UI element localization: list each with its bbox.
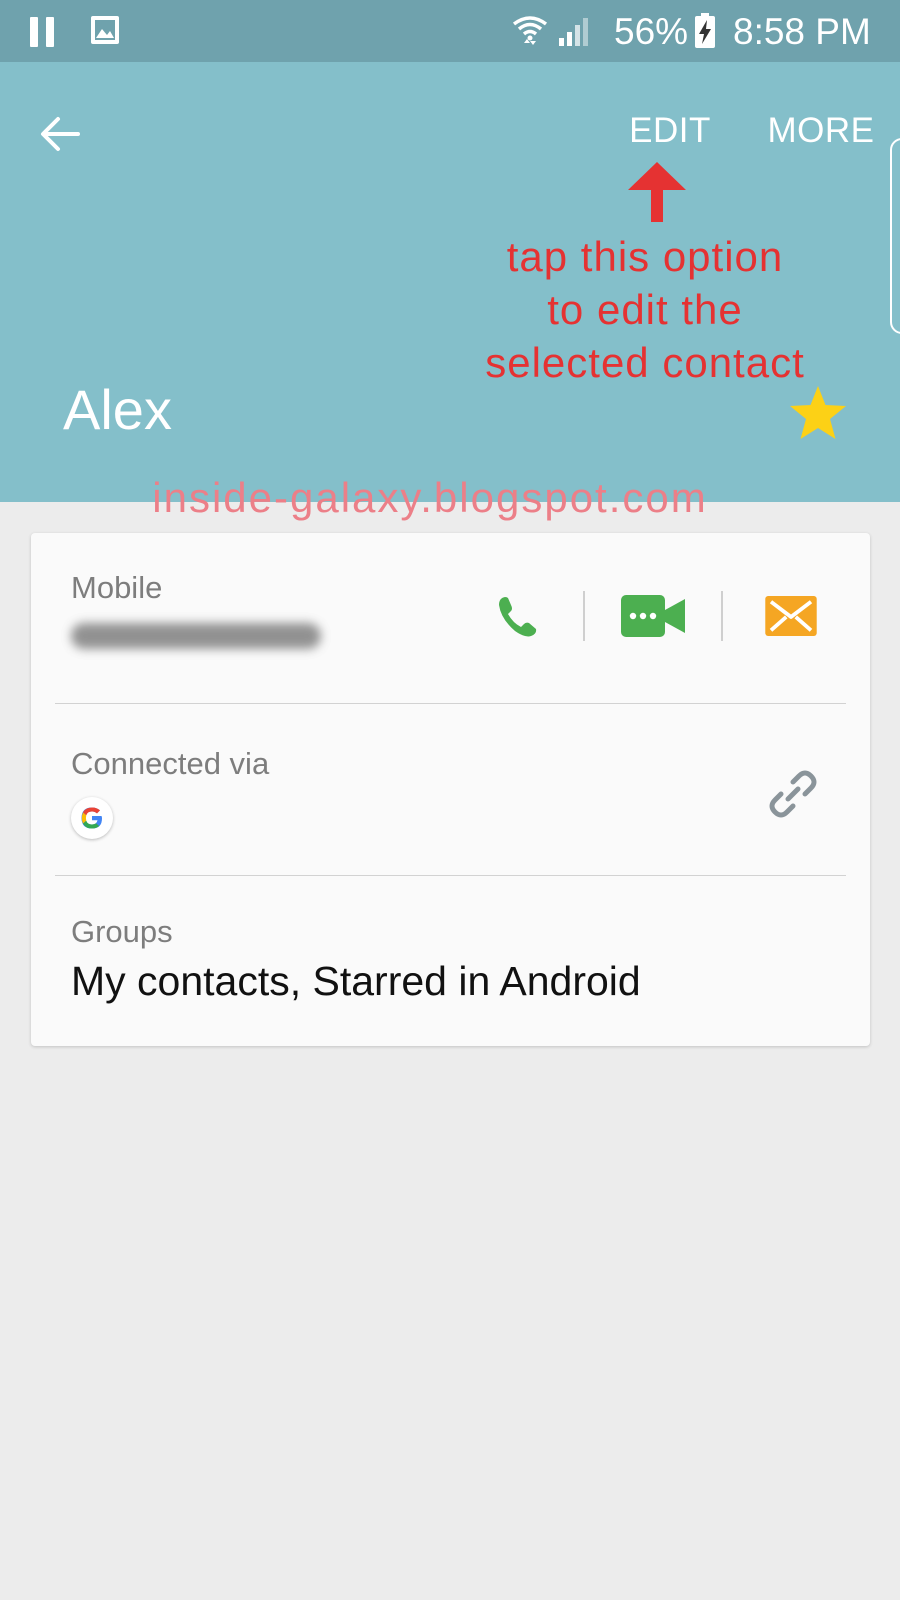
battery-percent: 56%	[614, 11, 689, 52]
groups-label: Groups	[71, 914, 173, 949]
link-icon[interactable]	[764, 765, 822, 823]
pause-icon	[30, 17, 56, 47]
edit-button[interactable]: EDIT	[622, 106, 718, 156]
annotation-line: tap this option	[506, 233, 784, 280]
action-divider	[583, 591, 585, 641]
video-call-icon[interactable]	[621, 595, 685, 637]
more-button[interactable]: MORE	[762, 106, 880, 156]
row-divider	[55, 875, 846, 876]
star-icon[interactable]	[788, 384, 848, 442]
annotation-line: to edit the	[547, 286, 743, 333]
image-icon	[91, 16, 119, 44]
edge-panel-handle[interactable]	[890, 138, 900, 334]
signal-icon	[559, 18, 588, 46]
contact-header: EDIT MORE tap this option to edit the se…	[0, 62, 900, 502]
annotation-text: tap this option to edit the selected con…	[440, 230, 850, 389]
battery-charging-icon	[695, 13, 715, 48]
message-icon[interactable]	[764, 596, 818, 636]
mobile-label: Mobile	[71, 570, 163, 605]
arrow-left-icon[interactable]	[36, 110, 84, 158]
wifi-icon	[512, 16, 548, 45]
contact-name: Alex	[63, 378, 172, 441]
google-icon	[71, 797, 113, 839]
watermark: inside-galaxy.blogspot.com	[152, 474, 708, 521]
status-bar: 56% 8:58 PM	[0, 0, 900, 62]
annotation-arrow-icon	[628, 162, 686, 222]
phone-number-redacted	[71, 623, 321, 649]
phone-icon[interactable]	[493, 593, 541, 641]
annotation-line: selected contact	[485, 339, 805, 386]
action-divider	[721, 591, 723, 641]
row-divider	[55, 703, 846, 704]
contact-details-card: Mobile Connected via Groups My contacts,…	[31, 533, 870, 1046]
groups-value[interactable]: My contacts, Starred in Android	[71, 955, 641, 1007]
connected-via-label: Connected via	[71, 746, 270, 781]
clock: 8:58 PM	[733, 11, 871, 52]
